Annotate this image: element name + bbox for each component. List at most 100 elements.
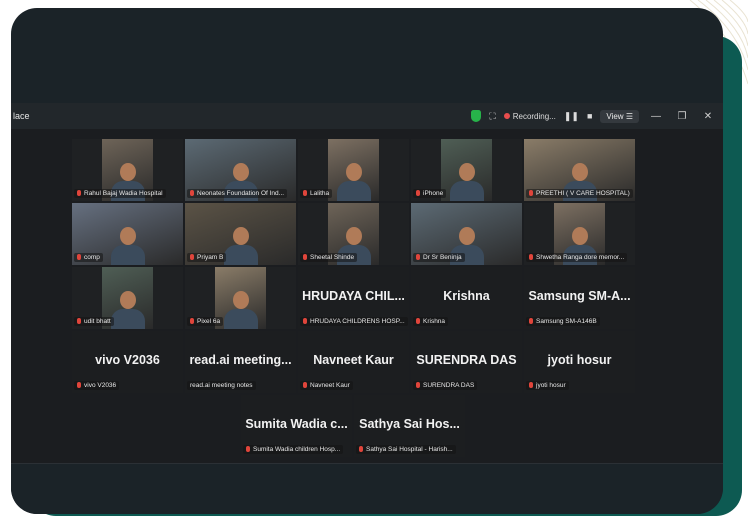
participant-tile[interactable]: Lalitha <box>298 139 409 201</box>
participant-tile[interactable]: udit bhatt <box>72 267 183 329</box>
layout-icon[interactable]: ⛶ <box>489 111 495 122</box>
participant-name-label: Dr Sr Beninja <box>413 253 465 262</box>
participant-name-label: Sheetal Shinde <box>300 253 358 262</box>
person-silhouette <box>110 225 145 265</box>
participant-tile[interactable]: SURENDRA DAS SURENDRA DAS <box>411 331 522 393</box>
mic-muted-icon <box>303 382 307 389</box>
participant-name-label: Shwetha Ranga dore memor... <box>526 253 628 262</box>
stop-icon[interactable]: ■ <box>587 111 592 121</box>
participant-tile[interactable]: Sumita Wadia c... Sumita Wadia children H… <box>241 395 352 457</box>
participant-name-text: read.ai meeting notes <box>190 382 253 389</box>
mic-muted-icon <box>77 254 81 261</box>
participant-name-text: Shwetha Ranga dore memor... <box>536 254 625 261</box>
participant-name-text: Navneet Kaur <box>310 382 350 389</box>
participant-name-label: Pixel 6a <box>187 317 224 326</box>
mic-muted-icon <box>303 318 307 325</box>
participant-name-label: HRUDAYA CHILDRENS HOSP... <box>300 317 408 326</box>
participant-name-text: Pixel 6a <box>197 318 221 325</box>
participant-tile[interactable]: HRUDAYA CHIL... HRUDAYA CHILDRENS HOSP... <box>298 267 409 329</box>
participant-display-name: jyoti hosur <box>547 353 612 367</box>
participant-gallery: Rahul Bajaj Wadia Hospital Neonates Found… <box>11 129 723 463</box>
participant-name-label: Lalitha <box>300 189 333 198</box>
mic-muted-icon <box>529 254 533 261</box>
participant-name-text: Krishna <box>423 318 446 325</box>
meeting-card: lace ⛶ Recording... ❚❚ ■ View ☰ — ❐ ✕ Ra… <box>11 8 723 514</box>
participant-name-label: jyoti hosur <box>526 381 569 390</box>
participant-name-text: HRUDAYA CHILDRENS HOSP... <box>310 318 405 325</box>
mic-muted-icon <box>416 254 420 261</box>
participant-name-text: Sumita Wadia children Hosp... <box>253 446 341 453</box>
titlebar-controls: ⛶ Recording... ❚❚ ■ View ☰ — ❐ ✕ <box>471 107 717 125</box>
participant-tile[interactable]: Navneet Kaur Navneet Kaur <box>298 331 409 393</box>
participant-name-text: Priyam B <box>197 254 224 261</box>
participant-display-name: HRUDAYA CHIL... <box>302 289 405 303</box>
participant-name-label: Neonates Foundation Of Ind... <box>187 189 288 198</box>
participant-tile[interactable]: Shwetha Ranga dore memor... <box>524 203 635 265</box>
person-silhouette <box>336 161 371 201</box>
participant-tile[interactable]: Pixel 6a <box>185 267 296 329</box>
participant-tile[interactable]: Sathya Sai Hos... Sathya Sai Hospital - H… <box>354 395 465 457</box>
mic-muted-icon <box>359 446 363 453</box>
participant-name-text: Lalitha <box>310 190 330 197</box>
recording-dot-icon <box>503 113 510 120</box>
person-silhouette <box>110 289 145 329</box>
participant-tile[interactable]: Sheetal Shinde <box>298 203 409 265</box>
participant-display-name: read.ai meeting... <box>189 353 292 367</box>
participant-tile[interactable]: Rahul Bajaj Wadia Hospital <box>72 139 183 201</box>
participant-tile[interactable]: read.ai meeting... read.ai meeting notes <box>185 331 296 393</box>
recording-label: Recording... <box>512 111 556 121</box>
participant-name-text: Samsung SM-A146B <box>536 318 597 325</box>
mic-muted-icon <box>529 318 533 325</box>
participant-name-text: Sathya Sai Hospital - Harish... <box>366 446 453 453</box>
participant-name-text: comp <box>84 254 100 261</box>
participant-tile[interactable]: iPhone <box>411 139 522 201</box>
mic-muted-icon <box>416 382 420 389</box>
participant-display-name: vivo V2036 <box>95 353 160 367</box>
participant-name-text: jyoti hosur <box>536 382 566 389</box>
participant-name-label: Priyam B <box>187 253 227 262</box>
participant-name-text: Neonates Foundation Of Ind... <box>197 190 285 197</box>
participant-name-text: iPhone <box>423 190 444 197</box>
participant-name-label: Rahul Bajaj Wadia Hospital <box>74 189 166 198</box>
bottom-bar <box>11 463 723 514</box>
participant-name-label: PREETHI ( V CARE HOSPITAL) <box>526 189 633 198</box>
minimize-icon[interactable]: — <box>647 111 665 122</box>
mic-muted-icon <box>246 446 250 453</box>
person-silhouette <box>223 289 258 329</box>
mic-muted-icon <box>190 254 194 261</box>
participant-tile[interactable]: Neonates Foundation Of Ind... <box>185 139 296 201</box>
participant-tile[interactable]: Samsung SM-A... Samsung SM-A146B <box>524 267 635 329</box>
pause-icon[interactable]: ❚❚ <box>564 111 579 122</box>
participant-tile[interactable]: Krishna Krishna <box>411 267 522 329</box>
participant-display-name: Sathya Sai Hos... <box>359 417 460 431</box>
recording-indicator[interactable]: Recording... <box>503 111 556 121</box>
participant-name-label: iPhone <box>413 189 447 198</box>
participant-name-label: Samsung SM-A146B <box>526 317 600 326</box>
view-label: View <box>606 111 624 121</box>
participant-tile[interactable]: Dr Sr Beninja <box>411 203 522 265</box>
participant-name-text: udit bhatt <box>84 318 111 325</box>
participant-tile[interactable]: vivo V2036 vivo V2036 <box>72 331 183 393</box>
participant-video <box>328 139 379 201</box>
participant-tile[interactable]: Priyam B <box>185 203 296 265</box>
participant-tile[interactable]: PREETHI ( V CARE HOSPITAL) <box>524 139 635 201</box>
close-icon[interactable]: ✕ <box>699 111 717 122</box>
participant-name-label: udit bhatt <box>74 317 114 326</box>
view-button[interactable]: View ☰ <box>600 109 639 123</box>
mic-muted-icon <box>190 190 194 197</box>
mic-muted-icon <box>529 190 533 197</box>
participant-name-text: PREETHI ( V CARE HOSPITAL) <box>536 190 630 197</box>
participant-video <box>441 139 492 201</box>
shield-icon[interactable] <box>471 110 482 122</box>
participant-name-label: comp <box>74 253 103 262</box>
participant-tile[interactable]: comp <box>72 203 183 265</box>
restore-icon[interactable]: ❐ <box>673 111 691 122</box>
participant-name-label: Sumita Wadia children Hosp... <box>243 445 344 454</box>
participant-display-name: Krishna <box>443 289 490 303</box>
mic-muted-icon <box>190 318 194 325</box>
participant-tile[interactable]: jyoti hosur jyoti hosur <box>524 331 635 393</box>
window-title: lace <box>13 111 30 121</box>
participant-name-text: vivo V2036 <box>84 382 117 389</box>
participant-display-name: Navneet Kaur <box>313 353 394 367</box>
participant-name-label: SURENDRA DAS <box>413 381 478 390</box>
